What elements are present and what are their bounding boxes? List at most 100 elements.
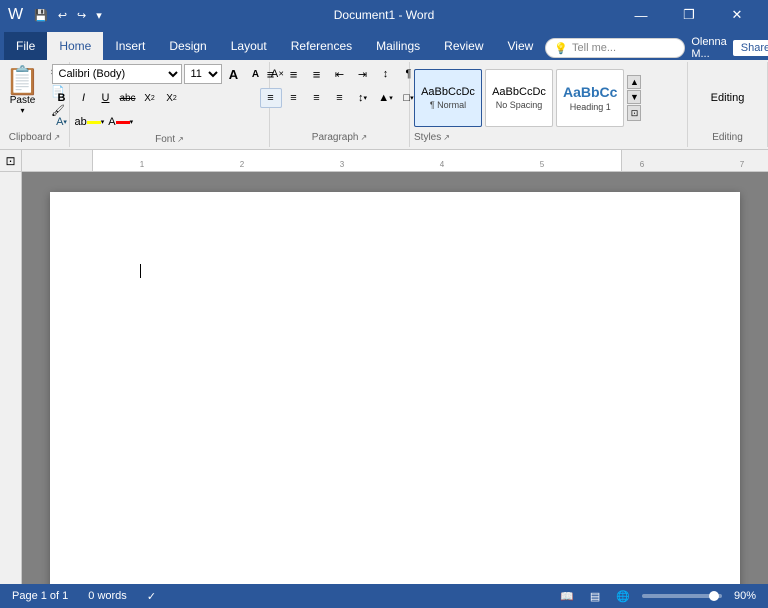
page-count[interactable]: Page 1 of 1 — [8, 588, 72, 604]
style-normal[interactable]: AaBbCcDc ¶ Normal — [414, 69, 482, 127]
document-area[interactable] — [22, 172, 768, 584]
page[interactable] — [50, 192, 740, 584]
tab-home[interactable]: Home — [47, 32, 103, 60]
numbering-btn[interactable]: ≡ — [283, 64, 305, 84]
styles-more-btn[interactable]: ⊡ — [627, 105, 641, 121]
bold-btn[interactable]: B — [52, 88, 72, 108]
ruler-corner[interactable]: ⊡ — [0, 150, 22, 172]
tab-review[interactable]: Review — [432, 32, 495, 60]
grow-font-btn[interactable]: A — [224, 64, 244, 84]
strikethrough-btn[interactable]: abc — [118, 88, 138, 108]
font-row1: Calibri (Body) 11 A A A✕ — [52, 64, 288, 84]
zoom-slider[interactable] — [642, 594, 722, 598]
paste-dropdown-icon: ▾ — [21, 106, 25, 115]
paste-icon: 📋 — [5, 67, 40, 95]
styles-scroll-up-btn[interactable]: ▲ — [627, 75, 641, 89]
bullets-btn[interactable]: ≡ — [260, 64, 282, 84]
ribbon: 📋 Paste ▾ ✂ 📄 🖌 Clipboard ↗ — [0, 60, 768, 150]
style-no-spacing-label: No Spacing — [496, 100, 543, 110]
undo-quick-btn[interactable]: ↩ — [55, 7, 70, 24]
window-controls: — ❐ ✕ — [618, 0, 760, 30]
align-right-btn[interactable]: ≡ — [306, 88, 328, 108]
web-layout-btn[interactable]: 🌐 — [612, 588, 634, 605]
word-count[interactable]: 0 words — [84, 588, 131, 604]
tab-insert[interactable]: Insert — [103, 32, 157, 60]
sort-btn[interactable]: ↕ — [375, 64, 397, 84]
ruler: ⊡ 1 2 3 4 5 6 7 — [0, 150, 768, 172]
tell-me-input[interactable]: 💡 Tell me... — [545, 38, 685, 58]
font-size-select[interactable]: 11 — [184, 64, 222, 84]
style-normal-label: ¶ Normal — [430, 100, 466, 110]
paste-btn[interactable]: 📋 Paste ▾ — [0, 64, 45, 118]
clipboard-expand-icon[interactable]: ↗ — [54, 133, 61, 142]
styles-scroll-btns: ▲ ▼ ⊡ — [627, 75, 641, 121]
status-bar: Page 1 of 1 0 words ✓ 📖 ▤ 🌐 90% — [0, 584, 768, 608]
text-effects-btn[interactable]: A▾ — [52, 112, 72, 132]
user-name[interactable]: Olenna M... — [691, 36, 726, 60]
styles-scroll-down-btn[interactable]: ▼ — [627, 90, 641, 104]
tell-me-placeholder: Tell me... — [572, 42, 616, 54]
editing-content: Editing — [711, 64, 745, 132]
font-content: Calibri (Body) 11 A A A✕ B I U abc X2 X2… — [52, 64, 288, 134]
title-bar: W 💾 ↩ ↪ ▾ Document1 - Word — ❐ ✕ — [0, 0, 768, 30]
style-heading1-preview: AaBbCc — [563, 84, 617, 100]
style-heading1[interactable]: AaBbCc Heading 1 — [556, 69, 624, 127]
font-name-select[interactable]: Calibri (Body) — [52, 64, 182, 84]
ribbon-tabs: File Home Insert Design Layout Reference… — [0, 30, 768, 60]
status-bar-right: 📖 ▤ 🌐 90% — [556, 588, 760, 605]
lightbulb-icon: 💡 — [554, 42, 568, 55]
align-center-btn[interactable]: ≡ — [283, 88, 305, 108]
tab-file[interactable]: File — [4, 32, 47, 60]
tab-layout[interactable]: Layout — [219, 32, 279, 60]
align-left-btn[interactable]: ≡ — [260, 88, 282, 108]
window-title: Document1 - Word — [334, 8, 434, 22]
paragraph-row1: ≡ ≡ ≡ ⇤ ⇥ ↕ ¶ — [260, 64, 420, 84]
share-btn[interactable]: Share — [733, 40, 768, 56]
highlight-color-btn[interactable]: ab ▾ — [74, 112, 106, 132]
tab-design[interactable]: Design — [157, 32, 218, 60]
increase-indent-btn[interactable]: ⇥ — [352, 64, 374, 84]
superscript-btn[interactable]: X2 — [162, 88, 182, 108]
paragraph-expand-icon[interactable]: ↗ — [361, 133, 368, 142]
editing-group: Editing Editing — [688, 62, 768, 147]
styles-gallery: AaBbCcDc ¶ Normal AaBbCcDc No Spacing Aa… — [414, 69, 641, 127]
zoom-thumb — [709, 591, 719, 601]
tab-references[interactable]: References — [279, 32, 364, 60]
read-mode-btn[interactable]: 📖 — [556, 588, 578, 605]
styles-expand-icon[interactable]: ↗ — [443, 133, 450, 142]
close-btn[interactable]: ✕ — [714, 0, 760, 30]
tab-view[interactable]: View — [496, 32, 546, 60]
tab-mailings[interactable]: Mailings — [364, 32, 432, 60]
multilevel-btn[interactable]: ≡ — [306, 64, 328, 84]
zoom-percent[interactable]: 90% — [730, 588, 760, 604]
font-group: Calibri (Body) 11 A A A✕ B I U abc X2 X2… — [70, 62, 270, 147]
style-normal-preview: AaBbCcDc — [421, 86, 475, 98]
style-no-spacing[interactable]: AaBbCcDc No Spacing — [485, 69, 553, 127]
editing-label: Editing — [711, 92, 745, 104]
font-color-btn[interactable]: A ▾ — [107, 112, 134, 132]
minimize-btn[interactable]: — — [618, 0, 664, 30]
justify-btn[interactable]: ≡ — [329, 88, 351, 108]
customize-quick-btn[interactable]: ▾ — [93, 7, 105, 24]
subscript-btn[interactable]: X2 — [140, 88, 160, 108]
decrease-indent-btn[interactable]: ⇤ — [329, 64, 351, 84]
paragraph-group-label: Paragraph ↗ — [312, 132, 367, 145]
underline-btn[interactable]: U — [96, 88, 116, 108]
line-spacing-btn[interactable]: ↕▾ — [352, 88, 374, 108]
font-row2: B I U abc X2 X2 — [52, 88, 182, 108]
redo-quick-btn[interactable]: ↪ — [74, 7, 89, 24]
font-group-label: Font ↗ — [155, 134, 184, 147]
style-heading1-label: Heading 1 — [570, 102, 611, 112]
save-quick-btn[interactable]: 💾 — [31, 7, 51, 24]
shading-btn[interactable]: ▲▾ — [375, 88, 397, 108]
maximize-btn[interactable]: ❐ — [666, 0, 712, 30]
font-expand-icon[interactable]: ↗ — [177, 135, 184, 144]
italic-btn[interactable]: I — [74, 88, 94, 108]
word-logo-icon: W — [8, 6, 23, 24]
styles-group-label: Styles ↗ — [414, 132, 450, 145]
main-area — [0, 172, 768, 584]
styles-content: AaBbCcDc ¶ Normal AaBbCcDc No Spacing Aa… — [414, 64, 641, 132]
print-layout-btn[interactable]: ▤ — [586, 588, 604, 605]
title-bar-left: W 💾 ↩ ↪ ▾ — [8, 6, 105, 24]
proofing-status[interactable]: ✓ — [143, 588, 160, 605]
